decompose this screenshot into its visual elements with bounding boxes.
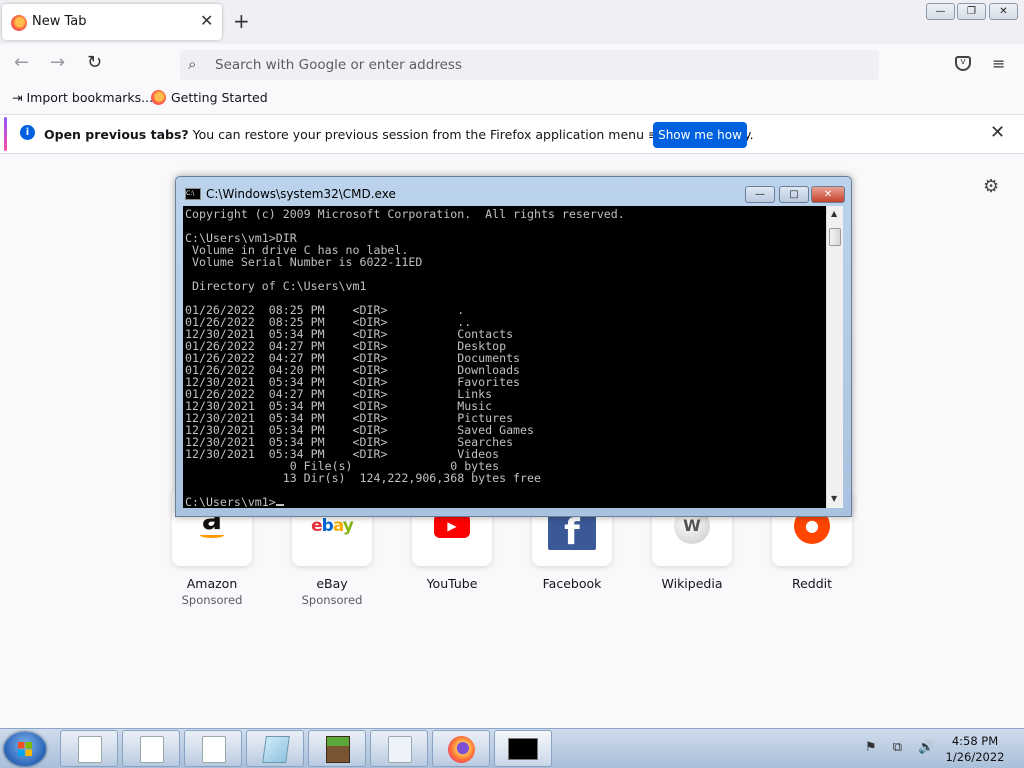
info-icon: i <box>20 125 35 140</box>
scroll-up-arrow-icon[interactable]: ▲ <box>831 209 837 218</box>
ebay-icon: ebay <box>311 516 354 536</box>
close-tab-icon[interactable]: ✕ <box>200 11 213 30</box>
new-tab-button[interactable]: + <box>233 9 250 33</box>
app-menu-button[interactable]: ≡ <box>992 54 1005 73</box>
tab-new-tab[interactable]: New Tab ✕ <box>2 4 222 40</box>
scroll-down-arrow-icon[interactable]: ▼ <box>831 494 837 503</box>
notification-bold-text: Open previous tabs? <box>44 127 189 142</box>
firefox-icon <box>448 736 475 763</box>
bookmark-label: Import bookmarks... <box>26 90 154 105</box>
notification-accent <box>4 117 7 151</box>
document-icon <box>78 736 102 763</box>
cmd-window-title: C:\Windows\system32\CMD.exe <box>206 187 396 201</box>
youtube-icon: ▶ <box>434 514 470 538</box>
cmd-close-button[interactable]: ✕ <box>811 186 845 203</box>
bookmark-label: Getting Started <box>171 90 268 105</box>
sponsored-label: Sponsored <box>181 593 243 607</box>
notification-message: Open previous tabs? You can restore your… <box>44 127 754 142</box>
console-vertical-scrollbar[interactable]: ▲ ▼ <box>826 206 843 508</box>
taskbar-clock[interactable]: 4:58 PM 1/26/2022 <box>936 733 1014 765</box>
bookmark-getting-started[interactable]: Getting Started <box>151 90 268 105</box>
window-minimize-button[interactable]: — <box>926 3 955 20</box>
taskbar-item-document[interactable] <box>184 730 242 767</box>
site-name: Wikipedia <box>661 576 723 591</box>
site-name: Amazon <box>186 576 238 591</box>
cmd-window[interactable]: C:\ C:\Windows\system32\CMD.exe — □ ✕ Co… <box>175 176 852 517</box>
taskbar-item-cmd[interactable] <box>494 730 552 767</box>
taskbar-item-firefox[interactable] <box>432 730 490 767</box>
bookmark-import[interactable]: ⇥ Import bookmarks... <box>12 90 153 105</box>
taskbar-item-document[interactable] <box>370 730 428 767</box>
site-name: eBay <box>316 576 348 591</box>
show-me-how-button[interactable]: Show me how <box>653 122 747 148</box>
taskbar-item-document[interactable] <box>60 730 118 767</box>
notepad-icon <box>262 736 290 763</box>
address-placeholder: Search with Google or enter address <box>215 57 462 73</box>
site-name: YouTube <box>426 576 478 591</box>
windows-logo-icon <box>18 742 32 756</box>
taskbar-item-document[interactable] <box>122 730 180 767</box>
import-icon: ⇥ <box>12 90 23 105</box>
tab-title: New Tab <box>32 14 87 29</box>
search-icon: ⌕ <box>188 55 197 73</box>
sponsored-label: Sponsored <box>301 593 363 607</box>
close-notification-icon[interactable]: ✕ <box>990 122 1005 143</box>
address-bar[interactable]: ⌕ Search with Google or enter address <box>180 50 879 80</box>
restore-session-notification: i Open previous tabs? You can restore yo… <box>0 114 1024 154</box>
console-output-area[interactable]: Copyright (c) 2009 Microsoft Corporation… <box>183 206 826 508</box>
console-cursor <box>275 504 284 506</box>
site-name: Reddit <box>791 576 833 591</box>
console-text: Copyright (c) 2009 Microsoft Corporation… <box>185 207 625 508</box>
system-tray-icons[interactable]: ⚑ ⧉ 🔊 <box>865 740 940 755</box>
back-button[interactable]: ← <box>14 52 29 73</box>
site-name: Facebook <box>542 576 602 591</box>
cmd-icon: C:\ <box>185 188 201 200</box>
settings-gear-icon[interactable]: ⚙ <box>983 176 999 197</box>
document-icon <box>388 736 412 763</box>
cmd-minimize-button[interactable]: — <box>745 186 775 203</box>
taskbar-item-notepad[interactable] <box>246 730 304 767</box>
reload-button[interactable]: ↻ <box>87 52 102 73</box>
document-icon <box>140 736 164 763</box>
minecraft-icon <box>326 736 350 763</box>
cmd-icon <box>508 738 538 760</box>
window-close-button[interactable]: ✕ <box>989 3 1018 20</box>
cmd-maximize-button[interactable]: □ <box>779 186 809 203</box>
window-maximize-button[interactable]: ❐ <box>957 3 986 20</box>
scrollbar-thumb[interactable] <box>829 228 841 246</box>
clock-time: 4:58 PM <box>951 734 999 748</box>
taskbar-item-minecraft[interactable] <box>308 730 366 767</box>
document-icon <box>202 736 226 763</box>
clock-date: 1/26/2022 <box>945 750 1005 764</box>
firefox-icon <box>151 90 166 105</box>
start-button[interactable] <box>4 732 46 766</box>
forward-button[interactable]: → <box>50 52 65 73</box>
firefox-icon <box>11 15 27 31</box>
